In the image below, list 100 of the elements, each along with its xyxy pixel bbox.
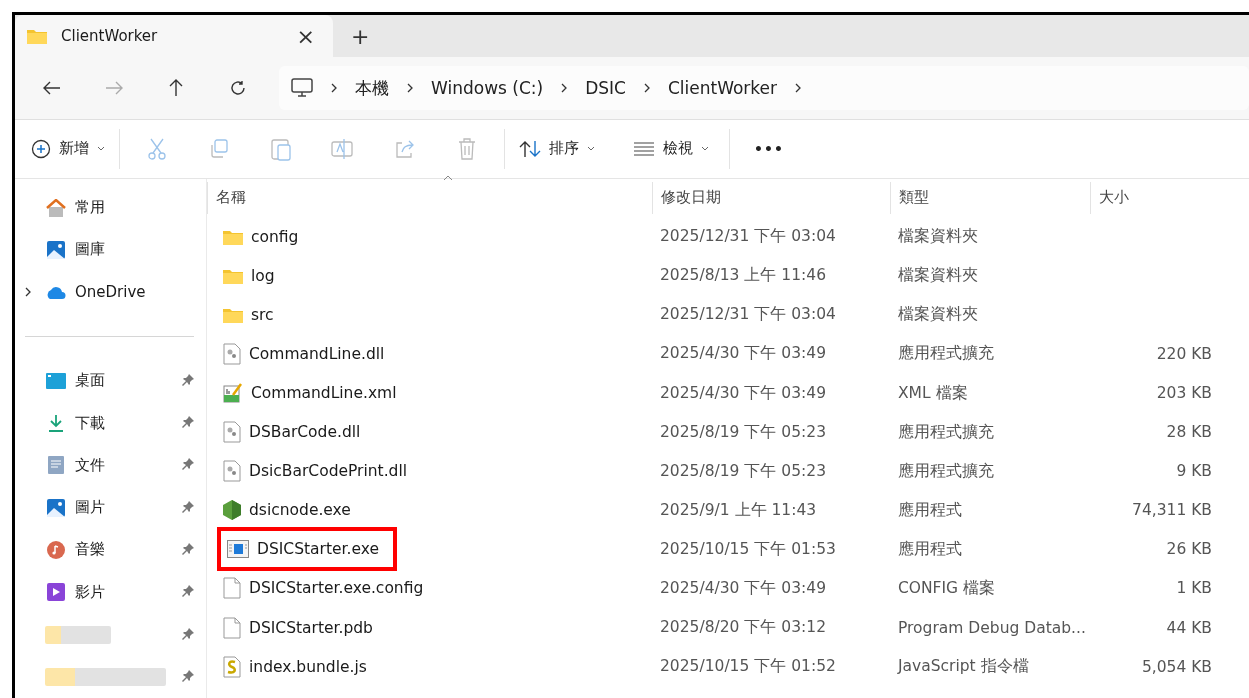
file-name-cell[interactable]: src: [221, 294, 284, 335]
sort-button[interactable]: 排序: [511, 133, 603, 165]
chevron-down-icon: [97, 145, 105, 152]
file-name-cell[interactable]: dsicnode.exe: [221, 490, 361, 531]
gear-file-icon: [223, 342, 241, 365]
blurred-block: [45, 625, 111, 644]
chevron-right-icon: [405, 82, 415, 95]
sidebar-item[interactable]: 音樂: [15, 528, 206, 572]
sidebar-item[interactable]: 影片: [15, 571, 206, 614]
rename-icon: [331, 138, 355, 159]
pin-icon[interactable]: [182, 500, 194, 513]
file-name-cell[interactable]: DSICStarter.pdb: [221, 607, 383, 648]
file-name-cell[interactable]: index.bundle.js: [221, 646, 377, 687]
column-header[interactable]: 類型: [890, 181, 1090, 214]
home-icon: [46, 198, 66, 217]
arrow-left-icon: [43, 81, 61, 96]
date-cell-text: 2025/12/31 下午 03:04: [659, 226, 837, 248]
size-cell-text: 26 KB: [1165, 540, 1213, 559]
gear-file-icon: [223, 460, 241, 483]
file-name-cell[interactable]: log: [221, 255, 285, 296]
size-cell-text: 5,054 KB: [1140, 657, 1213, 676]
date-cell-text: 2025/4/30 下午 03:49: [659, 577, 827, 599]
file-name: DSICStarter.pdb: [249, 618, 373, 637]
type-cell-text: 應用程式: [897, 499, 963, 521]
file-name-cell[interactable]: DSBarCode.dll: [221, 412, 371, 453]
column-header[interactable]: 大小: [1090, 181, 1222, 214]
type-cell-text: 應用程式擴充: [897, 460, 995, 482]
sidebar-item[interactable]: 文件: [15, 444, 206, 487]
file-name: DSICStarter.exe: [257, 540, 379, 559]
refresh-icon: [230, 80, 246, 97]
pin-icon[interactable]: [182, 627, 194, 640]
picture-icon: [47, 498, 65, 517]
file-name-cell[interactable]: DSICStarter.exe.config: [221, 568, 434, 609]
new-tab-button[interactable]: +: [345, 23, 376, 49]
size-cell-text: 44 KB: [1165, 618, 1213, 637]
date-cell-text: 2025/9/1 上午 11:43: [659, 499, 818, 521]
list-lines-icon: [633, 141, 655, 156]
file-name: CommandLine.xml: [251, 384, 397, 402]
type-cell-text: 檔案資料夾: [897, 226, 979, 248]
size-cell-text: 1 KB: [1175, 579, 1213, 598]
pin-icon[interactable]: [182, 585, 194, 598]
video-icon: [47, 583, 65, 602]
file-name: index.bundle.js: [249, 657, 367, 676]
chevron-down-icon: [701, 145, 709, 152]
sidebar-item[interactable]: 桌面: [15, 359, 206, 402]
picture-icon: [47, 240, 65, 259]
date-cell-text: 2025/8/20 下午 03:12: [659, 617, 827, 639]
type-cell-text: CONFIG 檔案: [897, 577, 997, 599]
type-cell-text: 應用程式擴充: [897, 343, 995, 365]
column-header[interactable]: 名稱: [207, 181, 652, 214]
more-button[interactable]: •••: [746, 134, 792, 163]
sidebar-item[interactable]: 圖庫: [15, 228, 206, 271]
pin-icon[interactable]: [182, 373, 194, 386]
type-cell-text: 應用程式: [897, 538, 963, 560]
sort-arrows-icon: [519, 139, 541, 158]
file-name-cell[interactable]: DsicBarCodePrint.dll: [221, 451, 418, 492]
address-bar[interactable]: 本機 Windows (C:) DSIC ClientWorker: [279, 66, 1249, 111]
copy-icon: [209, 138, 229, 159]
file-name: log: [251, 266, 275, 285]
new-button[interactable]: 新增: [23, 132, 113, 165]
view-button[interactable]: 檢視: [625, 133, 717, 165]
type-cell-text: XML 檔案: [897, 382, 969, 404]
type-cell-text: Program Debug Datab...: [897, 618, 1087, 637]
file-name-cell[interactable]: CommandLine.dll: [221, 333, 395, 374]
date-cell-text: 2025/12/31 下午 03:04: [659, 304, 837, 326]
file-name: DSICStarter.exe.config: [249, 579, 424, 598]
size-cell-text: 28 KB: [1165, 423, 1213, 442]
blank-file-icon: [223, 616, 241, 639]
breadcrumb-item[interactable]: Windows (C:): [431, 78, 544, 99]
pin-icon[interactable]: [182, 542, 194, 555]
file-name: dsicnode.exe: [249, 501, 351, 520]
sidebar-item[interactable]: 常用: [15, 186, 206, 229]
file-name: DSBarCode.dll: [249, 423, 361, 442]
breadcrumb-item[interactable]: 本機: [355, 76, 389, 100]
type-cell-text: JavaScript 指令檔: [896, 656, 1030, 678]
folder-icon: [223, 228, 243, 245]
breadcrumb-item[interactable]: ClientWorker: [667, 78, 778, 99]
clipboard-icon: [271, 136, 291, 161]
date-cell-text: 2025/8/19 下午 05:23: [659, 421, 827, 443]
plus-circle-icon: [31, 138, 51, 159]
pin-icon[interactable]: [182, 416, 194, 429]
sidebar-item[interactable]: 下載: [15, 401, 206, 445]
chevron-down-icon: [587, 145, 595, 152]
file-name-cell[interactable]: CommandLine.xml: [221, 373, 407, 413]
program-window-icon: [227, 540, 249, 559]
sidebar-item[interactable]: OneDrive: [15, 270, 206, 313]
column-header[interactable]: 修改日期: [652, 181, 890, 214]
share-icon: [394, 138, 416, 159]
sidebar-item[interactable]: 圖片: [15, 486, 206, 529]
pin-icon[interactable]: [182, 458, 194, 471]
breadcrumb-item[interactable]: DSIC: [585, 78, 626, 99]
document-icon: [48, 456, 64, 475]
chevron-right-icon: [329, 82, 339, 95]
pin-icon[interactable]: [182, 669, 194, 682]
close-tab-button[interactable]: ×: [290, 23, 321, 49]
type-cell-text: 應用程式擴充: [897, 421, 995, 443]
file-name-cell[interactable]: config: [221, 216, 309, 257]
tab[interactable]: ClientWorker ×: [15, 15, 333, 58]
highlight-frame[interactable]: DSICStarter.exe: [219, 529, 395, 570]
file-name: DsicBarCodePrint.dll: [249, 462, 408, 481]
